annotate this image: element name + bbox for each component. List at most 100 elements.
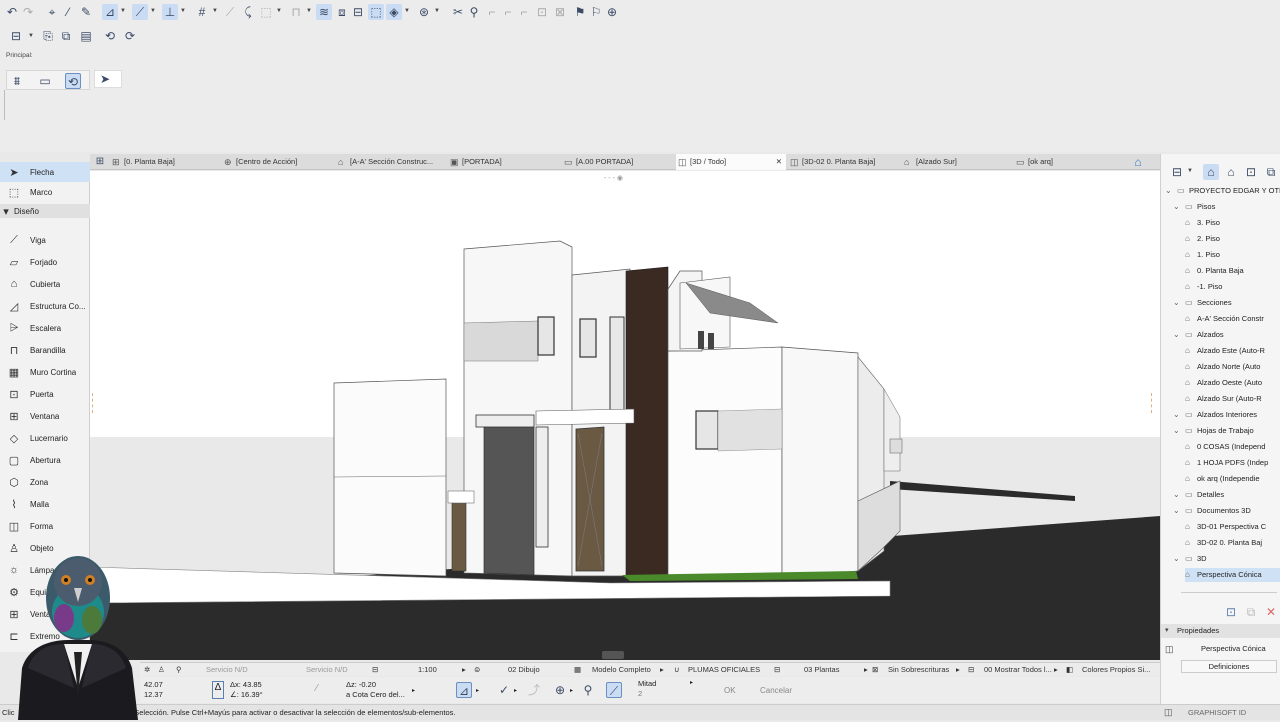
tab-0[interactable]: ⊞ [0. Planta Baja] [110,154,220,170]
chevron-down-icon[interactable]: ⌄ [1173,408,1185,422]
chevron-right-icon[interactable]: ▸ [514,687,517,694]
chevron-down-icon[interactable]: ▼ [306,8,312,14]
chevron-down-icon[interactable]: ▼ [1187,168,1193,174]
layout-book-icon[interactable]: ⌂ [1223,164,1239,180]
delete-icon[interactable]: ✕ [1263,604,1279,620]
guide-lines-icon[interactable]: ⊿ [456,682,472,698]
chevron-down-icon[interactable]: ⌄ [1173,328,1185,342]
chevron-right-icon[interactable]: ▸ [690,679,693,686]
chevron-down-icon[interactable]: ▼ [120,8,126,14]
tab-2[interactable]: ⌂ [A-A' Sección Construc... [336,154,446,170]
tool-roof[interactable]: ⌂ Cubierta [0,274,90,294]
clone-icon[interactable]: ⧉ [1243,604,1259,620]
flag-icon[interactable]: ⚑ [572,4,588,20]
coord-dx[interactable]: Δx: 43.85 [230,680,262,689]
chevron-down-icon[interactable]: ▼ [212,8,218,14]
layer-combination[interactable]: 02 Dibujo [508,663,540,677]
split-icon[interactable]: ✂ [450,4,466,20]
service-1[interactable]: Servicio N/D [206,663,248,677]
relative-coord-icon[interactable]: Δ [212,681,224,699]
lock-icon[interactable]: ⊓ [288,4,304,20]
chevron-down-icon[interactable]: ⌄ [1173,296,1185,310]
colors-setting[interactable]: Colores Propios Si... [1082,663,1150,677]
chevron-down-icon[interactable]: ▼ [404,8,410,14]
navigator-item[interactable]: ⌂ Alzado Este (Auto-R [1185,344,1280,358]
panel-toggle-icon[interactable]: ◫ [1164,707,1173,718]
tab-5[interactable]: ◫ [3D / Todo] ✕ [676,154,786,170]
tool-morph[interactable]: ◫ Forma [0,516,90,536]
gravity-icon[interactable]: ⊥ [162,4,178,20]
grid-icon[interactable]: # [194,4,210,20]
navigator-item[interactable]: ⌄ ▭ Documentos 3D [1173,504,1280,518]
navigator-item[interactable]: ⌄ ▭ Hojas de Trabajo [1173,424,1280,438]
navigator-item[interactable]: ⌄ ▭ Alzados Interiores [1173,408,1280,422]
chevron-right-icon[interactable]: ▸ [570,687,573,694]
scale-value[interactable]: 1:100 [418,663,437,677]
navigator-item[interactable]: ⌄ ▭ 3D [1173,552,1280,566]
navigator-item[interactable]: ⌄ ▭ Pisos [1173,200,1280,214]
navigator-item[interactable]: ⌂ 0. Planta Baja [1185,264,1280,278]
coord-y[interactable]: 12.37 [144,690,163,699]
tab-8[interactable]: ▭ [ok arq] [1014,154,1124,170]
tool-railing[interactable]: ⊓ Barandilla [0,340,90,360]
tool-curtain-wall[interactable]: ▦ Muro Cortina [0,362,90,382]
graphic-overrides[interactable]: Sin Sobrescrituras [888,663,949,677]
navigator-item[interactable]: ⌂ -1. Piso [1185,280,1280,294]
zoom-icon[interactable]: ⚲ [466,4,482,20]
chevron-right-icon[interactable]: ▸ [412,687,415,694]
chevron-right-icon[interactable]: ▸ [660,663,664,677]
tab-3[interactable]: ▣ [PORTADA] [448,154,558,170]
chevron-right-icon[interactable]: ▸ [956,663,960,677]
snap-guides-icon[interactable]: ⟋ [132,4,148,20]
snap-value[interactable]: 2 [638,689,642,698]
chevron-down-icon[interactable]: ⌄ [1165,184,1177,198]
snap-label[interactable]: Mitad [638,679,656,688]
ok-button[interactable]: OK [724,686,736,695]
definitions-button[interactable]: Definiciones [1181,660,1277,673]
check-icon[interactable]: ✓ [496,682,512,698]
resize-handle-left[interactable] [92,393,98,413]
snap-reference-icon[interactable]: ⊕ [552,682,568,698]
fillet-icon[interactable]: ⌐ [516,4,532,20]
graphisoft-id[interactable]: GRAPHISOFT ID [1188,708,1246,717]
arrow-selector[interactable]: ➤ [94,70,122,88]
tool-opening[interactable]: ▢ Abertura [0,450,90,470]
marquee-icon[interactable]: ⬚ [258,4,274,20]
navigator-item[interactable]: ⌂ Alzado Oeste (Auto [1185,376,1280,390]
pick-up-icon[interactable]: ⌖ [44,4,60,20]
chevron-right-icon[interactable]: ▸ [476,687,479,694]
navigator-item[interactable]: ⌂ 3. Piso [1185,216,1280,230]
rectangle-method-icon[interactable]: ▭ [37,73,53,89]
rotate-method-icon[interactable]: ⟲ [65,73,81,89]
tool-arrow[interactable]: ➤ Flecha [0,162,90,182]
tool-beam[interactable]: ⟋ Viga [0,230,90,250]
chevron-down-icon[interactable]: ⌄ [1173,488,1185,502]
tool-window[interactable]: ⊞ Ventana [0,406,90,426]
navigator-item[interactable]: ⌂ Alzado Sur (Auto-R [1185,392,1280,406]
tool-door[interactable]: ⊡ Puerta [0,384,90,404]
bottom-splitter-handle[interactable] [602,651,624,659]
markup-icon[interactable]: ⊕ [604,4,620,20]
tool-marquee[interactable]: ⬚ Marco [0,182,90,202]
project-map-icon[interactable]: ⊟ [1169,164,1185,180]
navigator-item[interactable]: ⌄ ▭ Secciones [1173,296,1280,310]
geometry-method-icon[interactable]: ⩩ [9,73,25,89]
view-settings-icon[interactable]: ⌂ [1130,154,1146,170]
pen-set[interactable]: PLUMAS OFICIALES [688,663,760,677]
magnet-icon[interactable]: ⚲ [580,682,596,698]
layout-book-icon[interactable]: ⊟ [8,28,24,44]
chevron-down-icon[interactable]: ⌄ [1173,424,1185,438]
publisher-icon[interactable]: ⊡ [1243,164,1259,180]
cancel-button[interactable]: Cancelar [760,686,792,695]
renovation-filter[interactable]: 00 Mostrar Todos l... [984,663,1052,677]
tab-4[interactable]: ▭ [A.00 PORTADA] [562,154,672,170]
trace-icon[interactable]: ⤹ [240,4,256,20]
tool-zone[interactable]: ⬡ Zona [0,472,90,492]
toolbox-section-design[interactable]: ▾ Diseño [0,204,90,218]
layers-icon[interactable]: ≋ [316,4,332,20]
navigator-item[interactable]: ⌂ Alzado Norte (Auto [1185,360,1280,374]
resize-handle-right[interactable] [1151,393,1157,413]
tool-stair[interactable]: ⩥ Escalera [0,318,90,338]
view-control-eye-icon[interactable]: - - - ◉ [604,174,638,182]
navigator-item[interactable]: ⌂ 1. Piso [1185,248,1280,262]
